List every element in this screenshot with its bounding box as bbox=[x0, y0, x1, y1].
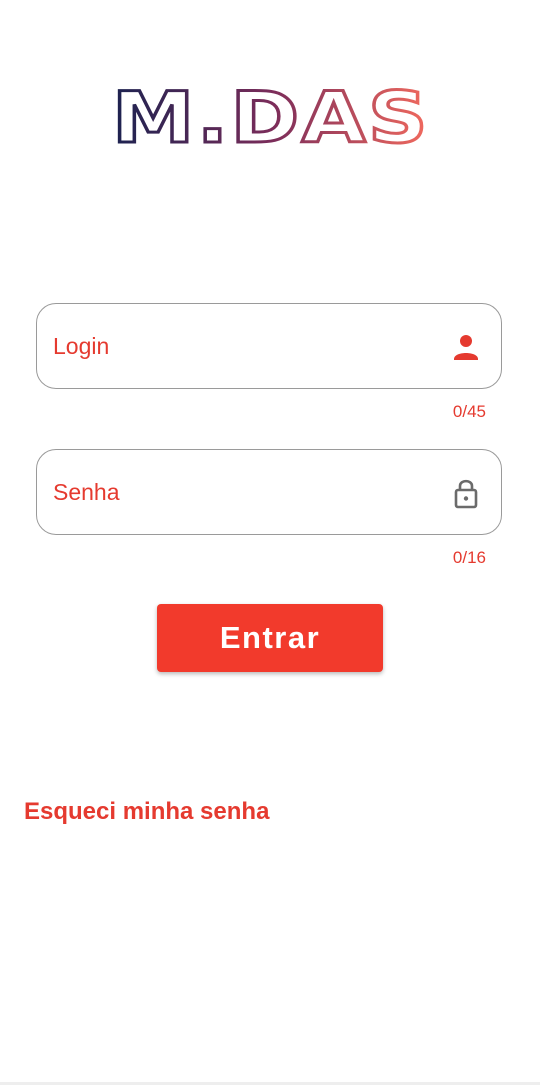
password-field[interactable] bbox=[36, 449, 502, 535]
login-field[interactable] bbox=[36, 303, 502, 389]
logo-text: M.DAS bbox=[112, 86, 430, 148]
password-input[interactable] bbox=[53, 450, 433, 534]
password-char-counter: 0/16 bbox=[452, 548, 486, 567]
person-icon bbox=[451, 331, 481, 363]
login-input[interactable] bbox=[53, 304, 433, 388]
forgot-password-link[interactable]: Esqueci minha senha bbox=[24, 798, 269, 826]
login-button[interactable]: Entrar bbox=[157, 604, 383, 672]
login-char-counter: 0/45 bbox=[452, 402, 486, 421]
app-logo: M.DAS bbox=[110, 86, 432, 148]
lock-icon[interactable] bbox=[451, 477, 481, 509]
logo-wordmark: M.DAS bbox=[111, 86, 430, 148]
